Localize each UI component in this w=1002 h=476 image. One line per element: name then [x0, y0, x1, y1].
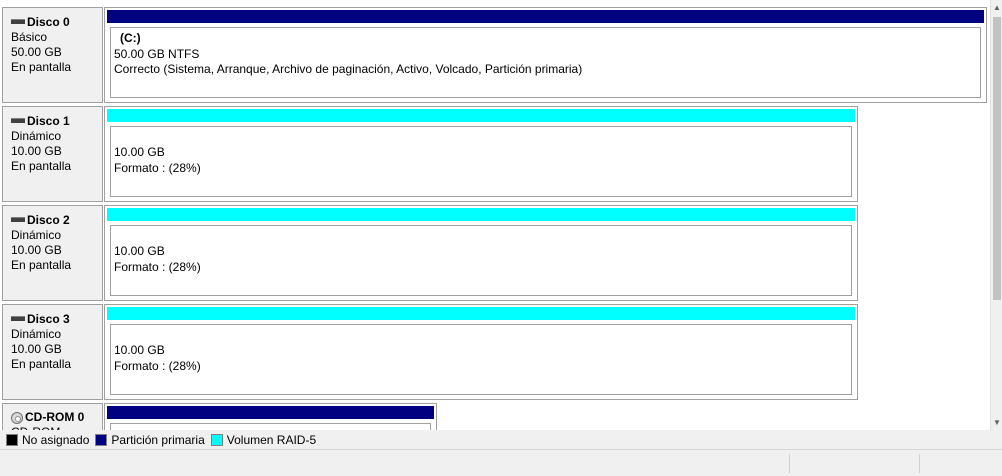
disk-label-1[interactable]: Disco 1 Dinámico 10.00 GB En pantalla [2, 106, 103, 202]
volume-title: (C:) [120, 31, 141, 45]
disk-size: 50.00 GB [11, 45, 62, 59]
disk-size: 10.00 GB [11, 342, 62, 356]
volume-type-bar [107, 10, 984, 23]
disk-type: Dinámico [11, 327, 62, 341]
volume-type-bar [107, 109, 855, 122]
cd-rom-icon [11, 411, 23, 424]
vertical-scrollbar[interactable]: ▲ ▼ [990, 0, 1002, 430]
volume-raid5-disk2[interactable]: 10.00 GB Formato : (28%) [104, 205, 858, 301]
disk-name: Disco 1 [27, 114, 70, 128]
disk-row-cdrom: CD-ROM 0 CD-ROM [0, 403, 990, 430]
disk-layout-view: Disco 0 Básico 50.00 GB En pantalla (C:)… [0, 0, 990, 430]
status-divider [789, 454, 790, 473]
volume-details: (C:) 50.00 GB NTFS Correcto (Sistema, Ar… [110, 27, 981, 98]
volume-type-bar [107, 307, 855, 320]
disk-type: Dinámico [11, 129, 62, 143]
legend-item-raid5-volume: Volumen RAID-5 [210, 432, 317, 447]
disk-status: En pantalla [11, 159, 72, 173]
disk-type: Dinámico [11, 228, 62, 242]
legend-item-unallocated: No asignado [6, 433, 89, 447]
disk-status: En pantalla [11, 357, 72, 371]
volume-details [110, 423, 431, 430]
volume-status: Correcto (Sistema, Arranque, Archivo de … [114, 62, 583, 76]
volume-details: 10.00 GB Formato : (28%) [110, 324, 852, 395]
disk-row-3: Disco 3 Dinámico 10.00 GB En pantalla 10… [0, 304, 990, 400]
volume-type-bar [107, 208, 855, 221]
hard-disk-icon [11, 217, 25, 222]
disk-label-0[interactable]: Disco 0 Básico 50.00 GB En pantalla [2, 7, 103, 103]
disk-name: Disco 3 [27, 312, 70, 326]
disk-status: En pantalla [11, 258, 72, 272]
scroll-up-arrow-icon[interactable]: ▲ [993, 3, 1001, 13]
disk-name: CD-ROM 0 [25, 410, 85, 424]
legend-item-primary-partition: Partición primaria [95, 432, 205, 447]
volume-type-bar [107, 406, 434, 419]
disk-type: Básico [11, 30, 48, 44]
volume-status: Formato : (28%) [114, 259, 201, 274]
volume-raid5-disk1[interactable]: 10.00 GB Formato : (28%) [104, 106, 858, 202]
disk-status: En pantalla [11, 60, 72, 74]
hard-disk-icon [11, 316, 25, 321]
volume-size-fs: 50.00 GB NTFS [114, 46, 200, 61]
disk-size: 10.00 GB [11, 243, 62, 257]
hard-disk-icon [11, 118, 25, 123]
legend: No asignado Partición primaria Volumen R… [0, 430, 990, 449]
hard-disk-icon [11, 19, 25, 24]
legend-label: Partición primaria [111, 432, 205, 447]
legend-swatch [6, 433, 18, 446]
disk-label-2[interactable]: Disco 2 Dinámico 10.00 GB En pantalla [2, 205, 103, 301]
volume-details: 10.00 GB Formato : (28%) [110, 126, 852, 197]
scroll-down-arrow-icon[interactable]: ▼ [993, 418, 1001, 428]
disk-row-0: Disco 0 Básico 50.00 GB En pantalla (C:)… [0, 7, 990, 103]
disk-size: 10.00 GB [11, 144, 62, 158]
volume-details: 10.00 GB Formato : (28%) [110, 225, 852, 296]
status-bar [0, 449, 1002, 476]
disk-name: Disco 2 [27, 213, 70, 227]
disk-label-3[interactable]: Disco 3 Dinámico 10.00 GB En pantalla [2, 304, 103, 400]
volume-size: 10.00 GB [114, 343, 165, 357]
status-divider [919, 454, 920, 473]
disk-label-cdrom[interactable]: CD-ROM 0 CD-ROM [2, 403, 103, 430]
legend-swatch [95, 433, 108, 446]
volume-c[interactable]: (C:) 50.00 GB NTFS Correcto (Sistema, Ar… [104, 7, 987, 103]
volume-status: Formato : (28%) [114, 160, 201, 175]
volume-raid5-disk3[interactable]: 10.00 GB Formato : (28%) [104, 304, 858, 400]
disk-row-2: Disco 2 Dinámico 10.00 GB En pantalla 10… [0, 205, 990, 301]
legend-label: No asignado [22, 432, 90, 447]
disk-name: Disco 0 [27, 15, 70, 29]
volume-cdrom[interactable] [104, 403, 437, 430]
legend-label: Volumen RAID-5 [226, 432, 317, 447]
scrollbar-thumb[interactable] [993, 17, 1001, 300]
disk-row-1: Disco 1 Dinámico 10.00 GB En pantalla 10… [0, 106, 990, 202]
volume-size: 10.00 GB [114, 145, 165, 159]
legend-swatch [210, 433, 223, 446]
volume-size: 10.00 GB [114, 244, 165, 258]
volume-status: Formato : (28%) [114, 358, 201, 373]
